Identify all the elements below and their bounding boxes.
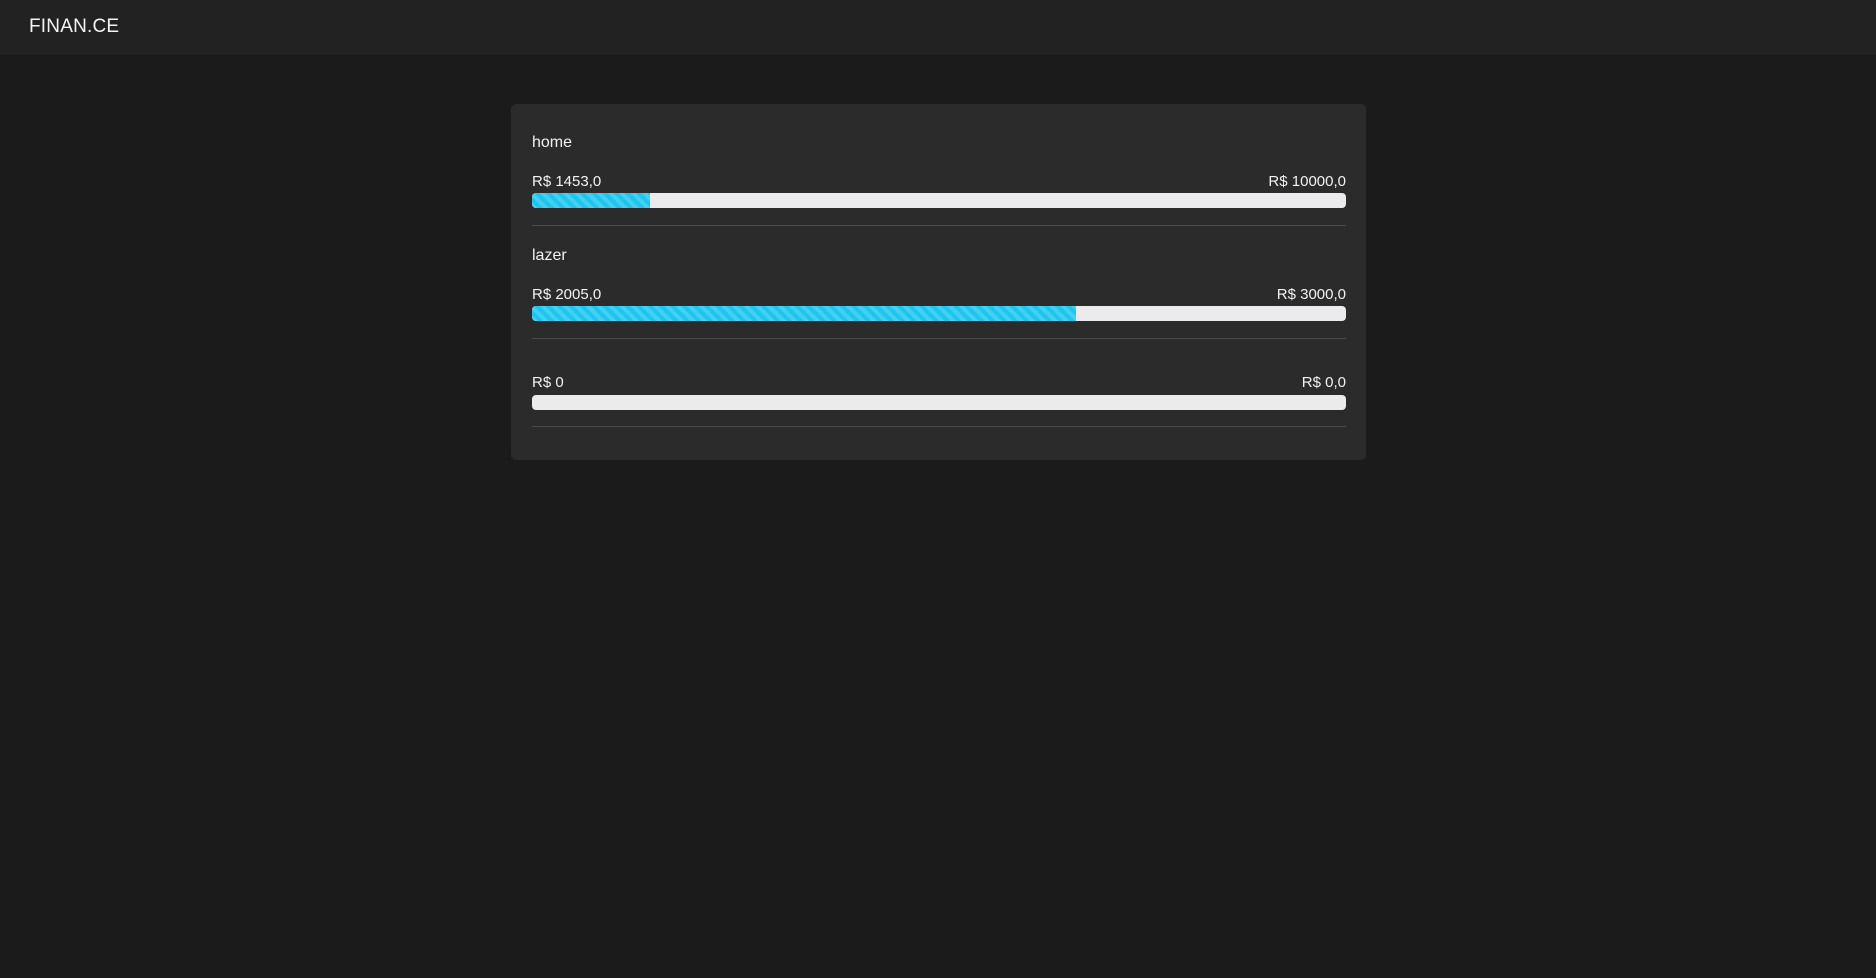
limit-amount: R$ 3000,0 — [1276, 286, 1346, 303]
budget-card: home R$ 1453,0 R$ 10000,0 lazer R$ 2005,… — [511, 104, 1366, 460]
budget-amounts: R$ 0 R$ 0,0 — [532, 374, 1346, 394]
budget-name: lazer — [532, 247, 567, 264]
progress-bar — [532, 306, 1346, 321]
divider — [532, 426, 1346, 427]
progress-fill — [532, 193, 651, 208]
budget-amounts: R$ 2005,0 R$ 3000,0 — [532, 286, 1346, 306]
spent-amount: R$ 2005,0 — [532, 286, 602, 303]
progress-bar — [532, 193, 1346, 208]
spent-amount: R$ 0 — [532, 374, 564, 391]
budget-amounts: R$ 1453,0 R$ 10000,0 — [532, 173, 1346, 193]
top-navbar: FINAN.CE — [0, 0, 1876, 55]
limit-amount: R$ 10000,0 — [1268, 173, 1346, 190]
limit-amount: R$ 0,0 — [1301, 374, 1346, 391]
budget-item: lazer R$ 2005,0 R$ 3000,0 — [532, 241, 1346, 343]
progress-bar — [532, 395, 1346, 410]
brand-logo[interactable]: FINAN.CE — [29, 16, 119, 38]
budget-item: home R$ 1453,0 R$ 10000,0 — [532, 128, 1346, 230]
divider — [532, 338, 1346, 339]
budget-item: R$ 0 R$ 0,0 — [532, 354, 1346, 434]
progress-fill — [532, 306, 1076, 321]
divider — [532, 225, 1346, 226]
spent-amount: R$ 1453,0 — [532, 173, 602, 190]
budget-name: home — [532, 134, 573, 151]
